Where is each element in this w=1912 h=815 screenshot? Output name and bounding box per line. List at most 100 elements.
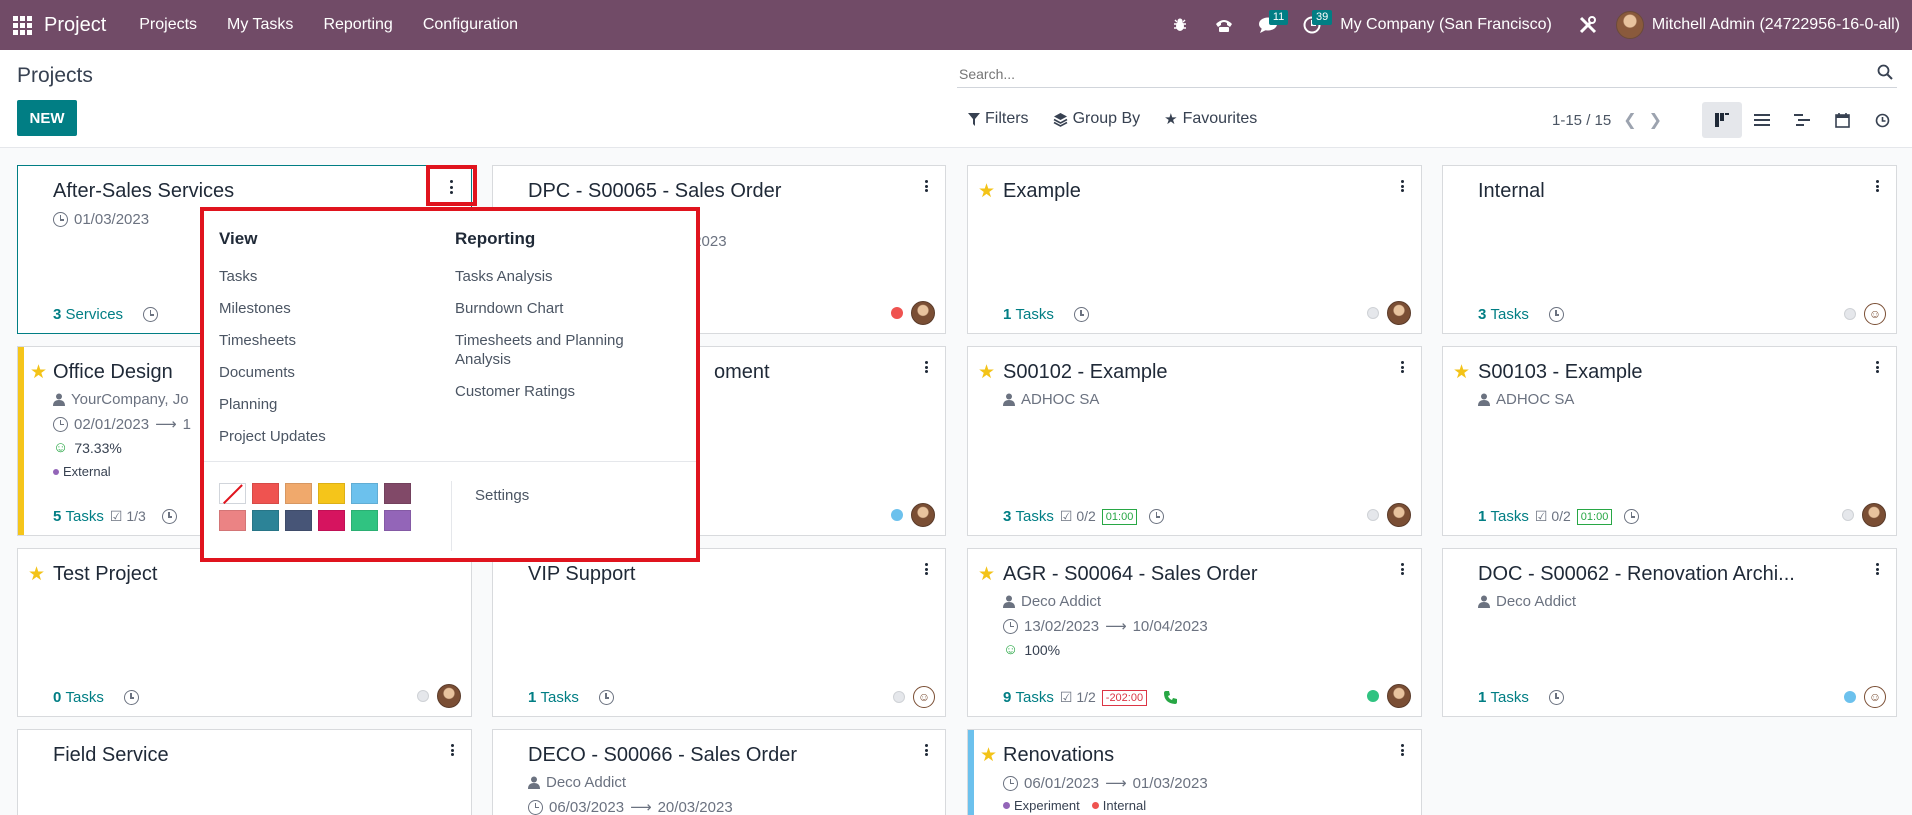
status-dot[interactable] — [1844, 308, 1856, 320]
menu-projects[interactable]: Projects — [124, 0, 212, 50]
tasks-count-link[interactable]: 0 Tasks — [53, 689, 104, 706]
activity-clock-icon[interactable] — [1548, 307, 1564, 322]
card-menu-icon[interactable] — [447, 742, 457, 758]
status-dot[interactable] — [1367, 509, 1379, 521]
project-card[interactable]: DOC - S00062 - Renovation Archi... Deco … — [1442, 548, 1897, 717]
activity-clock-icon[interactable] — [143, 307, 159, 322]
smiley-avatar-icon[interactable]: ☺ — [913, 686, 935, 708]
project-card[interactable]: DECO - S00066 - Sales Order Deco Addict … — [492, 729, 946, 815]
user-avatar[interactable] — [1387, 684, 1411, 708]
app-switcher-icon[interactable] — [0, 0, 44, 50]
search-input[interactable] — [957, 60, 1857, 88]
milestones-indicator[interactable]: ☑ 1/2 — [1060, 689, 1096, 706]
color-swatch[interactable] — [318, 483, 345, 504]
tasks-count-link[interactable]: 9 Tasks — [1003, 689, 1054, 706]
color-swatch[interactable] — [318, 510, 345, 531]
user-avatar[interactable] — [1387, 503, 1411, 527]
smiley-avatar-icon[interactable]: ☺ — [1864, 686, 1886, 708]
bug-icon[interactable] — [1158, 0, 1202, 50]
menu-item-customer-ratings[interactable]: Customer Ratings — [455, 382, 675, 401]
card-menu-icon[interactable] — [921, 742, 931, 758]
project-card[interactable]: ★ Test Project 0 Tasks — [17, 548, 472, 717]
status-dot[interactable] — [891, 509, 903, 521]
color-swatch[interactable] — [285, 483, 312, 504]
gantt-view-button[interactable] — [1782, 102, 1822, 138]
color-swatch[interactable] — [351, 483, 378, 504]
activity-clock-icon[interactable] — [1149, 509, 1165, 524]
card-menu-icon[interactable] — [921, 561, 931, 577]
project-card[interactable]: VIP Support 1 Tasks ☺ — [492, 548, 946, 717]
menu-item-timesheets[interactable]: Timesheets — [219, 331, 326, 350]
star-icon[interactable]: ★ — [1453, 361, 1470, 384]
menu-item-timesheets-planning-analysis[interactable]: Timesheets and Planning Analysis — [455, 331, 675, 369]
activity-clock-icon[interactable] — [1548, 690, 1564, 705]
tasks-count-link[interactable]: 1 Tasks — [1003, 306, 1054, 323]
services-count-link[interactable]: 3 Services — [53, 306, 123, 323]
color-swatch[interactable] — [351, 510, 378, 531]
tasks-count-link[interactable]: 1 Tasks — [1478, 508, 1529, 525]
group-by-button[interactable]: Group By — [1053, 110, 1140, 128]
project-card[interactable]: ★ AGR - S00064 - Sales Order Deco Addict… — [967, 548, 1422, 717]
card-menu-icon[interactable] — [921, 359, 931, 375]
menu-my-tasks[interactable]: My Tasks — [212, 0, 308, 50]
new-button[interactable]: NEW — [17, 100, 77, 136]
tasks-count-link[interactable]: 1 Tasks — [528, 689, 579, 706]
activity-clock-icon[interactable] — [123, 690, 139, 705]
star-icon[interactable]: ★ — [978, 180, 995, 203]
milestones-indicator[interactable]: ☑ 0/2 — [1060, 508, 1096, 525]
project-card[interactable]: ★ S00102 - Example ADHOC SA 3 Tasks ☑ 0/… — [967, 346, 1422, 536]
menu-item-burndown-chart[interactable]: Burndown Chart — [455, 299, 675, 318]
activity-clock-icon[interactable] — [598, 690, 614, 705]
calendar-view-button[interactable] — [1822, 102, 1862, 138]
menu-item-tasks-analysis[interactable]: Tasks Analysis — [455, 267, 675, 286]
search-icon[interactable] — [1877, 64, 1893, 80]
milestones-indicator[interactable]: ☑ 0/2 — [1535, 508, 1571, 525]
menu-item-settings[interactable]: Settings — [475, 487, 529, 504]
favourites-button[interactable]: ★ Favourites — [1164, 110, 1257, 128]
card-menu-icon[interactable] — [921, 178, 931, 194]
highlighted-card-menu[interactable] — [426, 165, 477, 206]
smiley-avatar-icon[interactable]: ☺ — [1864, 303, 1886, 325]
user-avatar[interactable] — [1387, 301, 1411, 325]
pager-value[interactable]: 1-15 / 15 — [1552, 112, 1611, 129]
menu-item-tasks[interactable]: Tasks — [219, 267, 326, 286]
color-swatch[interactable] — [252, 483, 279, 504]
activity-clock-icon[interactable] — [161, 509, 177, 524]
user-avatar[interactable] — [911, 301, 935, 325]
project-card[interactable]: ★ Example 1 Tasks — [967, 165, 1422, 334]
card-menu-icon[interactable] — [1397, 359, 1407, 375]
color-swatch-none[interactable] — [219, 483, 246, 504]
status-dot[interactable] — [1367, 307, 1379, 319]
activity-view-button[interactable] — [1862, 102, 1902, 138]
star-icon[interactable]: ★ — [30, 361, 47, 384]
menu-item-documents[interactable]: Documents — [219, 363, 326, 382]
user-menu[interactable]: Mitchell Admin (24722956-16-0-all) — [1610, 11, 1912, 39]
list-view-button[interactable] — [1742, 102, 1782, 138]
color-swatch[interactable] — [219, 510, 246, 531]
project-card[interactable]: ★ S00103 - Example ADHOC SA 1 Tasks ☑ 0/… — [1442, 346, 1897, 536]
app-brand[interactable]: Project — [44, 14, 106, 37]
tasks-count-link[interactable]: 1 Tasks — [1478, 689, 1529, 706]
messages-icon[interactable]: 11 — [1246, 0, 1290, 50]
tools-icon[interactable] — [1566, 0, 1610, 50]
card-menu-icon[interactable] — [1397, 561, 1407, 577]
star-icon[interactable]: ★ — [978, 563, 995, 586]
menu-item-planning[interactable]: Planning — [219, 395, 326, 414]
pager-next-icon[interactable]: ❯ — [1649, 110, 1662, 130]
status-dot[interactable] — [1367, 690, 1379, 702]
project-card[interactable]: Internal 3 Tasks ☺ — [1442, 165, 1897, 334]
menu-item-milestones[interactable]: Milestones — [219, 299, 326, 318]
activity-clock-icon[interactable] — [1624, 509, 1640, 524]
tasks-count-link[interactable]: 3 Tasks — [1478, 306, 1529, 323]
status-dot[interactable] — [1844, 691, 1856, 703]
status-dot[interactable] — [891, 307, 903, 319]
status-dot[interactable] — [893, 691, 905, 703]
activity-clock-icon[interactable] — [1073, 307, 1089, 322]
user-avatar[interactable] — [911, 503, 935, 527]
project-card[interactable]: ★ Renovations 06/01/2023 ⟶ 01/03/2023 Ex… — [967, 729, 1422, 815]
kanban-view-button[interactable] — [1702, 102, 1742, 138]
card-menu-icon[interactable] — [448, 179, 454, 195]
star-icon[interactable]: ★ — [978, 361, 995, 384]
user-avatar[interactable] — [1862, 503, 1886, 527]
filters-button[interactable]: Filters — [968, 110, 1029, 128]
